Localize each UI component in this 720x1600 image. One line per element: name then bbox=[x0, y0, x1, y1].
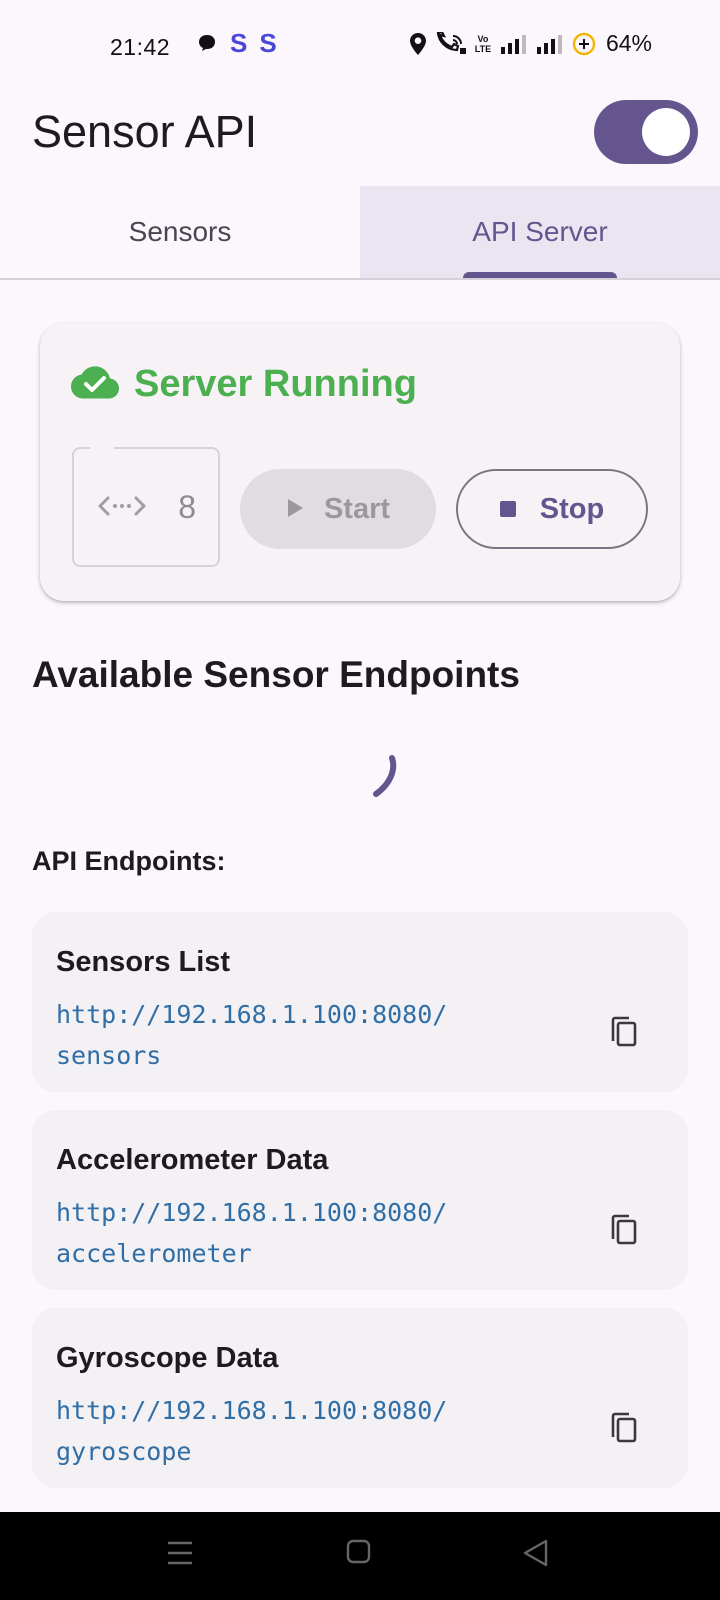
menu-lines-icon bbox=[166, 1541, 194, 1572]
loading-spinner-icon bbox=[370, 754, 400, 805]
port-value: 8 bbox=[178, 489, 196, 525]
endpoint-url[interactable]: http://192.168.1.100:8080/ gyroscope bbox=[56, 1390, 536, 1472]
cloud-done-icon bbox=[70, 364, 120, 405]
s-app-icon: S bbox=[230, 28, 248, 58]
endpoint-name: Accelerometer Data bbox=[56, 1144, 329, 1176]
notification-icons: S S bbox=[196, 30, 277, 56]
endpoint-url[interactable]: http://192.168.1.100:8080/ sensors bbox=[56, 994, 536, 1076]
endpoint-card-sensors-list: Sensors List http://192.168.1.100:8080/ … bbox=[32, 912, 688, 1092]
tab-bar: Sensors API Server bbox=[0, 186, 720, 280]
copy-button[interactable] bbox=[604, 1212, 644, 1252]
play-icon bbox=[286, 493, 304, 526]
back-button[interactable] bbox=[522, 1538, 550, 1573]
server-toggle-switch[interactable] bbox=[594, 100, 698, 164]
copy-icon bbox=[609, 1213, 639, 1252]
status-bar: 21:42 S S Vo LTE 64% bbox=[0, 0, 720, 92]
server-status: Server Running bbox=[70, 363, 417, 406]
stop-button[interactable]: Stop bbox=[456, 469, 648, 549]
system-icons: Vo LTE 64% bbox=[408, 30, 652, 57]
system-navigation-bar bbox=[0, 1512, 720, 1600]
battery-percentage: 64% bbox=[605, 30, 652, 56]
port-label-notch bbox=[90, 446, 114, 451]
copy-button[interactable] bbox=[604, 1410, 644, 1450]
endpoint-url[interactable]: http://192.168.1.100:8080/ accelerometer bbox=[56, 1192, 536, 1274]
wifi-calling-icon bbox=[436, 31, 466, 56]
section-title: Available Sensor Endpoints bbox=[32, 654, 520, 695]
copy-icon bbox=[609, 1411, 639, 1450]
endpoints-label: API Endpoints: bbox=[32, 846, 226, 876]
start-button-label: Start bbox=[323, 492, 391, 525]
signal-icon bbox=[500, 33, 528, 55]
app-bar: Sensor API bbox=[0, 92, 720, 184]
active-tab-indicator bbox=[463, 272, 617, 278]
recents-button[interactable] bbox=[166, 1538, 194, 1573]
code-icon bbox=[98, 491, 146, 526]
volte-bottom-label: LTE bbox=[474, 43, 492, 54]
tab-api-server[interactable]: API Server bbox=[360, 186, 720, 278]
endpoint-card-gyroscope: Gyroscope Data http://192.168.1.100:8080… bbox=[32, 1308, 688, 1488]
volte-icon: Vo LTE bbox=[474, 34, 492, 54]
stop-icon bbox=[499, 501, 516, 517]
volte-top-label: Vo bbox=[477, 33, 489, 44]
start-button[interactable]: Start bbox=[240, 469, 436, 549]
endpoint-name: Sensors List bbox=[56, 946, 231, 978]
copy-button[interactable] bbox=[604, 1014, 644, 1054]
signal-icon-2 bbox=[536, 33, 564, 55]
tab-label: API Server bbox=[472, 216, 608, 247]
port-input[interactable]: 8 bbox=[72, 446, 220, 567]
back-triangle-icon bbox=[522, 1539, 550, 1572]
tab-label: Sensors bbox=[128, 216, 232, 247]
status-time: 21:42 bbox=[110, 34, 171, 60]
endpoint-card-accelerometer: Accelerometer Data http://192.168.1.100:… bbox=[32, 1110, 688, 1290]
stop-button-label: Stop bbox=[539, 492, 605, 525]
square-icon bbox=[346, 1539, 372, 1570]
server-status-text: Server Running bbox=[134, 363, 417, 405]
copy-icon bbox=[609, 1015, 639, 1054]
location-icon bbox=[408, 32, 428, 56]
app-title: Sensor API bbox=[32, 106, 258, 157]
home-button[interactable] bbox=[346, 1538, 372, 1571]
toggle-thumb bbox=[642, 108, 690, 156]
battery-saver-icon bbox=[572, 32, 596, 56]
s-app-icon-2: S bbox=[259, 28, 277, 58]
endpoint-name: Gyroscope Data bbox=[56, 1342, 279, 1374]
chat-bubble-icon bbox=[196, 32, 218, 54]
tab-sensors[interactable]: Sensors bbox=[0, 186, 360, 278]
server-control-card: Server Running 8 Start Stop bbox=[40, 323, 680, 601]
